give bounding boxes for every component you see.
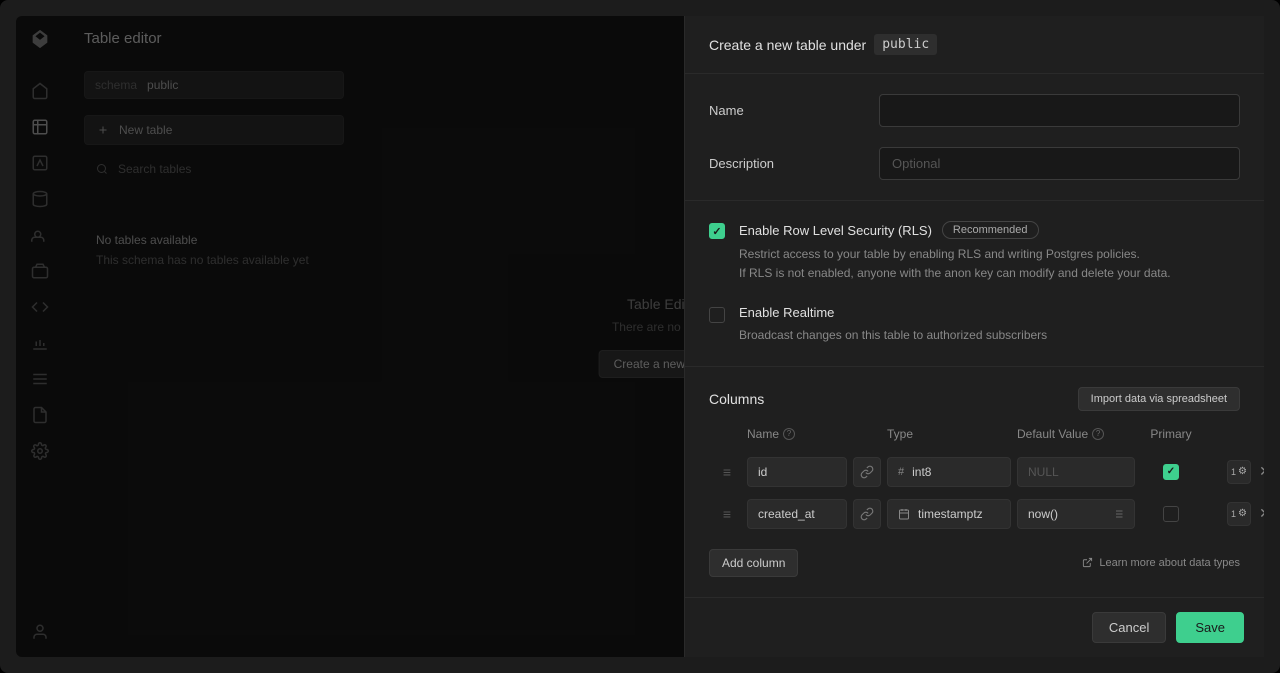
add-column-button[interactable]: Add column [709,549,798,577]
type-value: int8 [912,465,931,479]
columns-title: Columns [709,391,764,407]
help-icon[interactable]: ? [1092,428,1104,440]
link-icon[interactable] [853,499,881,529]
type-value: timestamptz [918,507,983,521]
hash-icon: # [898,466,904,478]
recommended-badge: Recommended [942,221,1039,239]
list-icon [1112,508,1124,520]
realtime-checkbox[interactable] [709,307,725,323]
description-label: Description [709,156,879,171]
calendar-icon [898,508,910,520]
rls-checkbox[interactable] [709,223,725,239]
column-headers: Name? Type Default Value? Primary [709,427,1240,441]
realtime-title: Enable Realtime [739,305,834,320]
column-type-select[interactable]: timestamptz [887,499,1011,529]
help-icon[interactable]: ? [783,428,795,440]
realtime-desc: Broadcast changes on this table to autho… [739,326,1240,345]
remove-column-button[interactable]: ✕ [1255,462,1264,482]
default-value: NULL [1028,465,1059,479]
description-input[interactable] [879,147,1240,180]
panel-footer: Cancel Save [685,597,1264,657]
column-row: ≡ timestamptz now() 1⚙ ✕ [709,493,1240,535]
header-default: Default Value [1017,427,1088,441]
learn-more-link[interactable]: Learn more about data types [1082,557,1240,569]
panel-title: Create a new table under [709,37,866,53]
link-icon[interactable] [853,457,881,487]
name-input[interactable] [879,94,1240,127]
column-settings-button[interactable]: 1⚙ [1227,502,1251,526]
default-value: now() [1028,507,1058,521]
header-primary: Primary [1150,427,1191,441]
column-default-input[interactable]: now() [1017,499,1135,529]
rls-desc-2: If RLS is not enabled, anyone with the a… [739,264,1240,283]
panel-header: Create a new table under public [685,16,1264,74]
cancel-button[interactable]: Cancel [1092,612,1166,643]
header-name: Name [747,427,779,441]
rls-title: Enable Row Level Security (RLS) [739,223,932,238]
create-table-panel: Create a new table under public Name Des… [684,16,1264,657]
column-type-select[interactable]: # int8 [887,457,1011,487]
schema-badge: public [874,34,937,55]
column-name-input[interactable] [747,457,847,487]
primary-checkbox[interactable] [1163,464,1179,480]
column-default-input[interactable]: NULL [1017,457,1135,487]
save-button[interactable]: Save [1176,612,1244,643]
name-label: Name [709,103,879,118]
column-name-input[interactable] [747,499,847,529]
rls-desc-1: Restrict access to your table by enablin… [739,245,1240,264]
remove-column-button[interactable]: ✕ [1255,504,1264,524]
learn-more-text: Learn more about data types [1099,557,1240,569]
drag-handle-icon[interactable]: ≡ [713,464,741,480]
header-type: Type [887,427,913,441]
import-spreadsheet-button[interactable]: Import data via spreadsheet [1078,387,1240,411]
column-settings-button[interactable]: 1⚙ [1227,460,1251,484]
primary-checkbox[interactable] [1163,506,1179,522]
drag-handle-icon[interactable]: ≡ [713,506,741,522]
external-link-icon [1082,557,1093,568]
column-row: ≡ # int8 NULL 1⚙ ✕ [709,451,1240,493]
